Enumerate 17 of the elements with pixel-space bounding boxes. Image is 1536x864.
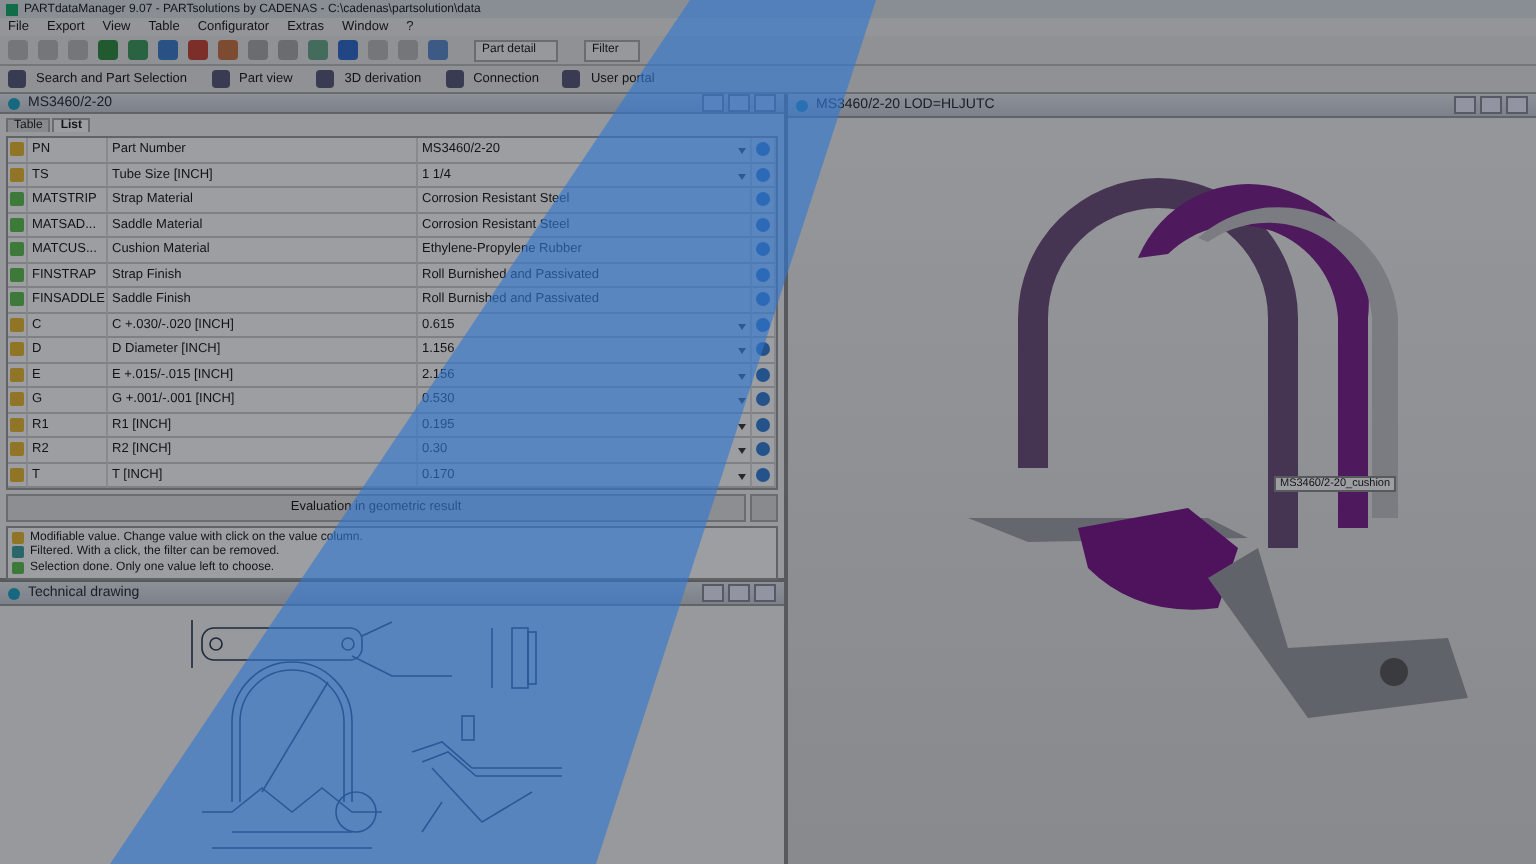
- panel-icon: [796, 99, 808, 111]
- view-icon: [562, 70, 581, 88]
- view-icon: [8, 70, 26, 88]
- panel-icon: [8, 97, 20, 109]
- dropdown-caret-icon[interactable]: [738, 473, 746, 483]
- view-icon: [316, 70, 335, 88]
- view-icon: [445, 70, 464, 88]
- dropdown-caret-icon[interactable]: [738, 423, 746, 433]
- dropdown-caret-icon[interactable]: [738, 398, 746, 408]
- window-buttons-icon[interactable]: [702, 584, 776, 602]
- window-buttons-icon[interactable]: [1454, 96, 1528, 114]
- panel-icon: [8, 587, 20, 599]
- view-icon: [211, 70, 230, 88]
- dropdown-caret-icon[interactable]: [738, 448, 746, 458]
- window-buttons-icon[interactable]: [702, 94, 776, 112]
- expand-icon[interactable]: [750, 494, 778, 522]
- app-icon: [6, 3, 18, 15]
